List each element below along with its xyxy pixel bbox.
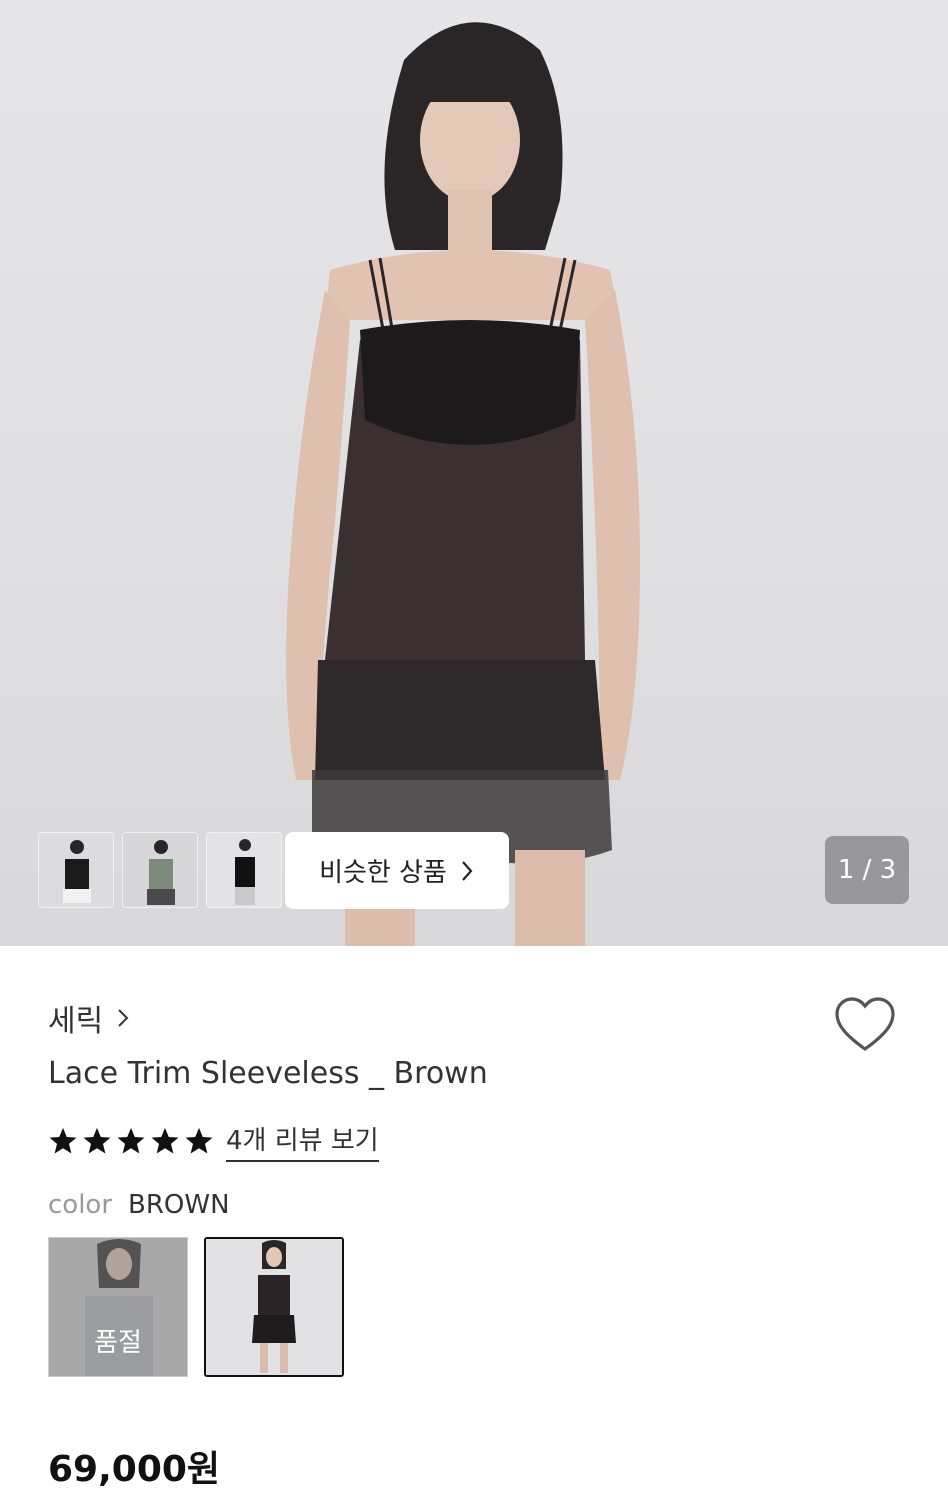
- image-counter: 1 / 3: [825, 836, 909, 904]
- color-value: BROWN: [128, 1190, 230, 1220]
- product-price: 69,000원: [48, 1449, 221, 1490]
- similar-products-label: 비슷한 상품: [319, 858, 447, 888]
- rating-row: 4개 리뷰 보기: [48, 1120, 379, 1162]
- brand-name: 세릭: [48, 1004, 104, 1039]
- brand-link[interactable]: 세릭: [48, 996, 129, 1040]
- color-swatches: 품절: [48, 1237, 344, 1377]
- product-hero-image[interactable]: 비슷한 상품 1 / 3: [0, 0, 948, 946]
- color-swatch-soldout[interactable]: 품절: [48, 1237, 188, 1377]
- color-selector-header: color BROWN: [48, 1190, 230, 1220]
- color-swatch-brown[interactable]: [204, 1237, 344, 1377]
- thumbnail-2[interactable]: [122, 832, 198, 908]
- color-label: color: [48, 1190, 113, 1220]
- star-icon: [117, 1127, 145, 1154]
- thumbnail-strip: [38, 832, 282, 908]
- star-rating: [48, 1126, 214, 1156]
- product-title: Lace Trim Sleeveless _ Brown: [48, 1056, 488, 1091]
- review-link[interactable]: 4개 리뷰 보기: [226, 1120, 379, 1162]
- thumbnail-3[interactable]: [206, 832, 282, 908]
- star-icon: [49, 1127, 77, 1154]
- chevron-right-icon: [118, 1009, 129, 1027]
- similar-products-button[interactable]: 비슷한 상품: [285, 832, 509, 909]
- star-icon: [83, 1127, 111, 1154]
- soldout-label: 품절: [94, 1328, 142, 1358]
- model-photo: [286, 22, 640, 946]
- thumbnail-1[interactable]: [38, 832, 114, 908]
- star-icon: [185, 1127, 213, 1154]
- heart-icon[interactable]: [834, 996, 896, 1054]
- star-icon: [151, 1127, 179, 1154]
- chevron-right-icon: [462, 860, 473, 881]
